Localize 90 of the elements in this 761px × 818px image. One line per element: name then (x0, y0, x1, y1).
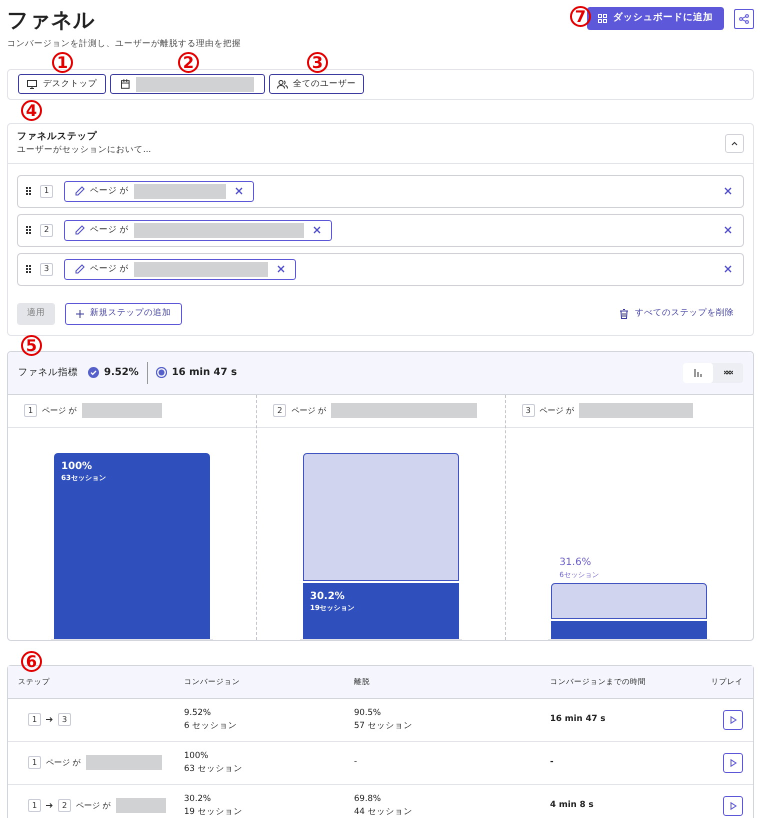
drag-handle-icon[interactable] (26, 265, 31, 274)
time-to-convert: 4 min 8 s (550, 799, 595, 812)
dropoff-rate: - (354, 756, 358, 770)
step-label: ページ が (291, 404, 326, 417)
annotation-marker: 4 (21, 100, 42, 121)
drag-handle-icon[interactable] (26, 226, 31, 234)
step-number: 1 (28, 799, 41, 812)
bar-percent: 31.6% (559, 556, 592, 570)
step-number: 1 (28, 713, 41, 726)
close-icon[interactable] (724, 187, 732, 196)
time-to-convert: 16 min 47 s (172, 366, 237, 380)
time-to-convert: - (550, 756, 555, 770)
step-number: 1 (24, 404, 37, 418)
users-icon (277, 80, 288, 89)
pencil-icon (75, 186, 85, 196)
step-number: 3 (40, 262, 53, 276)
delete-all-button[interactable]: すべてのステップを削除 (620, 307, 734, 320)
replay-button[interactable] (723, 710, 743, 730)
bar-chart-icon (694, 368, 702, 377)
step-label: ページ が (46, 756, 81, 769)
step-number: 3 (58, 713, 71, 726)
close-icon[interactable] (312, 226, 321, 234)
step-number: 2 (40, 224, 53, 237)
date-filter[interactable] (110, 74, 265, 94)
trend-icon (724, 369, 732, 376)
step-condition[interactable]: ページ が (64, 220, 332, 241)
page-subtitle: コンバージョンを計測し、ユーザーが離脱する理由を把握 (7, 38, 241, 51)
step-number: 1 (40, 184, 53, 198)
plus-icon (76, 310, 84, 318)
conversion-sessions: 19 セッション (184, 806, 244, 818)
user-filter[interactable]: 全てのユーザー (269, 74, 364, 94)
share-icon (739, 14, 749, 24)
step-condition[interactable]: ページ が (64, 258, 296, 280)
play-icon (730, 802, 736, 810)
monitor-icon (27, 80, 37, 89)
condition-label: ページ が (90, 184, 129, 198)
step-label: ページ が (42, 404, 77, 417)
bar-percent: 30.2% (310, 590, 346, 603)
step-number: 2 (273, 404, 286, 418)
close-icon[interactable] (276, 265, 285, 274)
annotation-marker: 1 (52, 52, 73, 73)
dropoff-rate: 69.8% (354, 792, 382, 806)
conversion-sessions: 6 セッション (184, 720, 238, 733)
chevron-icon (731, 140, 738, 146)
play-icon (730, 716, 736, 724)
pencil-icon (75, 264, 85, 274)
dropoff-rate: 90.5% (354, 706, 382, 720)
arrow-icon (46, 803, 53, 808)
add-to-dashboard-button[interactable]: ダッシュボードに追加 (587, 7, 724, 30)
close-icon[interactable] (724, 265, 732, 274)
share-button[interactable] (734, 8, 754, 28)
add-step-button[interactable]: 新規ステップの追加 (65, 302, 182, 325)
bar-percent: 100% (61, 460, 94, 473)
annotation-marker: 2 (178, 52, 199, 73)
close-icon[interactable] (234, 187, 243, 196)
step-label: ページ が (540, 404, 574, 417)
time-to-convert: 16 min 47 s (550, 713, 606, 726)
redacted-block (116, 798, 166, 814)
conversion-rate: 9.52% (104, 366, 139, 380)
step-number: 3 (522, 404, 535, 418)
step-number: 1 (28, 756, 41, 770)
replay-button[interactable] (723, 752, 743, 773)
device-filter[interactable]: デスクトップ (18, 74, 106, 94)
check-circle-icon (88, 367, 99, 378)
panel-subtitle: ユーザーがセッションにおいて... (17, 144, 152, 157)
conversion-sessions: 63 セッション (184, 762, 244, 776)
arrow-icon (46, 717, 53, 722)
conversion-rate: 30.2% (184, 792, 212, 806)
conversion-rate: 100% (184, 750, 210, 763)
drag-handle-icon[interactable] (26, 187, 31, 196)
grid-icon (598, 14, 607, 23)
metrics-title: ファネル指標 (18, 366, 78, 380)
step-label: ページ が (76, 800, 111, 812)
calendar-icon (121, 79, 130, 90)
close-icon[interactable] (724, 226, 732, 234)
replay-button[interactable] (723, 796, 743, 816)
page-title: ファネル (7, 7, 96, 34)
panel-title: ファネルステップ (17, 130, 98, 144)
condition-label: ページ が (90, 262, 129, 276)
step-number: 2 (58, 799, 71, 812)
pencil-icon (75, 225, 85, 236)
conversion-rate: 9.52% (184, 706, 212, 720)
bar-chart-view-button[interactable] (683, 362, 713, 383)
trash-icon (620, 308, 628, 319)
dropoff-sessions: 57 セッション (354, 720, 414, 733)
condition-label: ページ が (90, 224, 129, 237)
step-condition[interactable]: ページ が (64, 180, 254, 202)
annotation-marker: 3 (307, 52, 328, 73)
play-icon (730, 758, 736, 767)
dropoff-sessions: 44 セッション (354, 806, 414, 818)
